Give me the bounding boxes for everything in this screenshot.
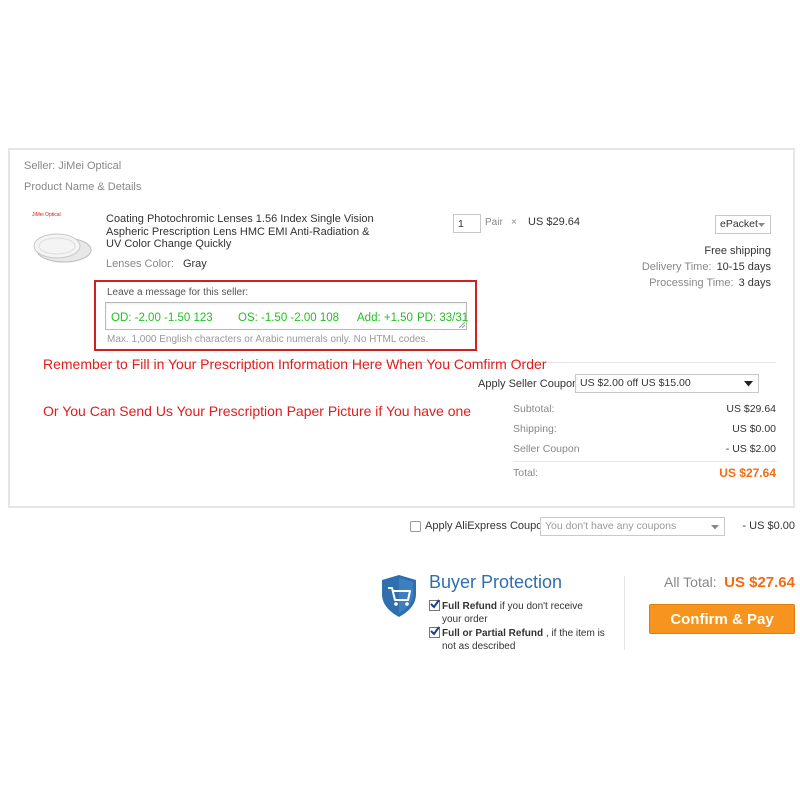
seller-coupon-label: Apply Seller Coupon: — [478, 378, 582, 390]
checkbox-checked-icon — [429, 599, 440, 611]
total-value: US $27.64 — [719, 466, 776, 480]
product-header: Product Name & Details — [24, 181, 142, 193]
aliexpress-coupon-select[interactable]: You don't have any coupons — [540, 517, 725, 536]
protection-item-1-bold: Full Refund — [442, 601, 497, 612]
processing-time: Processing Time: 3 days — [649, 277, 771, 289]
resize-handle-icon[interactable] — [459, 322, 465, 328]
rx-od: OD: -2.00 -1.50 123 — [111, 312, 213, 324]
subtotal-value: US $29.64 — [726, 403, 776, 415]
chevron-down-icon — [744, 381, 753, 387]
protection-item-1-line2: your order — [442, 614, 488, 625]
all-total-label: All Total: — [663, 574, 717, 590]
total-label: Total: — [513, 467, 539, 479]
rx-os: OS: -1.50 -2.00 108 — [238, 312, 340, 324]
seller-coupon-summary-value: - US $2.00 — [725, 443, 776, 455]
unit-price: US $29.64 — [528, 216, 580, 228]
delivery-time: Delivery Time: 10-15 days — [642, 261, 771, 273]
seller-coupon-select[interactable]: US $2.00 off US $15.00 — [575, 374, 759, 393]
confirm-pay-button[interactable]: Confirm & Pay — [649, 604, 795, 634]
protection-item-2-text: , if the item is — [543, 628, 605, 639]
protection-item-2-bold: Full or Partial Refund — [442, 628, 544, 639]
chevron-down-icon — [711, 525, 719, 530]
lens-image — [33, 233, 92, 263]
product-title[interactable]: Coating Photochromic Lenses 1.56 Index S… — [106, 213, 374, 251]
rx-add: Add: +1.50 — [357, 312, 413, 324]
all-total: All Total: US $27.64 — [664, 574, 795, 592]
vertical-divider — [624, 576, 625, 650]
seller-coupon-summary-label: Seller Coupon — [513, 443, 580, 455]
lens-color: Lenses Color: Gray — [106, 258, 207, 270]
processing-time-label: Processing Time: — [649, 277, 734, 289]
shipping-method-select[interactable]: ePacket — [715, 215, 771, 234]
shipping-method-value: ePacket — [720, 218, 758, 230]
shipping-label: Shipping: — [513, 423, 557, 435]
processing-time-value: 3 days — [738, 277, 771, 289]
quantity-unit: Pair — [485, 217, 503, 228]
delivery-time-label: Delivery Time: — [641, 261, 712, 273]
seller-name[interactable]: Seller: JiMei Optical — [24, 160, 121, 172]
shipping-value: US $0.00 — [732, 423, 776, 435]
free-shipping: Free shipping — [704, 245, 771, 257]
prescription-note-2: Or You Can Send Us Your Prescription Pap… — [43, 403, 472, 419]
message-label: Leave a message for this seller: — [107, 287, 249, 298]
summary-divider — [513, 461, 777, 462]
product-image[interactable]: JiMei Optical — [30, 212, 94, 268]
aliexpress-coupon-value: - US $0.00 — [742, 520, 795, 532]
aliexpress-coupon-checkbox[interactable] — [410, 521, 421, 532]
prescription-note-1: Remember to Fill in Your Prescription In… — [43, 356, 547, 372]
all-total-value: US $27.64 — [724, 574, 795, 591]
check-icon — [430, 626, 440, 636]
lens-color-value: Gray — [182, 258, 207, 270]
product-title-line2: Aspheric Prescription Lens HMC EMI Anti-… — [106, 225, 370, 238]
lens-color-label: Lenses Color: — [106, 258, 174, 270]
check-icon — [430, 599, 440, 609]
checkbox-checked-icon — [429, 626, 440, 638]
protection-item-1: Full Refund if you don't receive your or… — [442, 600, 583, 626]
shield-cart-icon — [382, 575, 416, 617]
message-hint: Max. 1,000 English characters or Arabic … — [107, 334, 429, 345]
protection-item-1-text: if you don't receive — [497, 601, 583, 612]
subtotal-label: Subtotal: — [513, 403, 555, 415]
chevron-down-icon — [758, 223, 765, 227]
aliexpress-coupon-label: Apply AliExpress Coupon: — [425, 520, 552, 532]
delivery-time-value: 10-15 days — [716, 261, 771, 273]
product-title-line3: UV Color Change Quickly — [106, 238, 232, 250]
message-textarea[interactable]: OD: -2.00 -1.50 123 OS: -1.50 -2.00 108 … — [105, 302, 468, 330]
protection-item-2-line2: not as described — [442, 641, 516, 652]
protection-item-2: Full or Partial Refund , if the item is … — [442, 627, 605, 653]
aliexpress-coupon-placeholder: You don't have any coupons — [545, 520, 677, 532]
quantity-input[interactable]: 1 — [453, 214, 481, 233]
product-title-line1: Coating Photochromic Lenses 1.56 Index S… — [106, 213, 374, 225]
times-sign: × — [511, 217, 517, 228]
seller-coupon-value: US $2.00 off US $15.00 — [580, 377, 691, 389]
buyer-protection-title: Buyer Protection — [429, 572, 563, 592]
